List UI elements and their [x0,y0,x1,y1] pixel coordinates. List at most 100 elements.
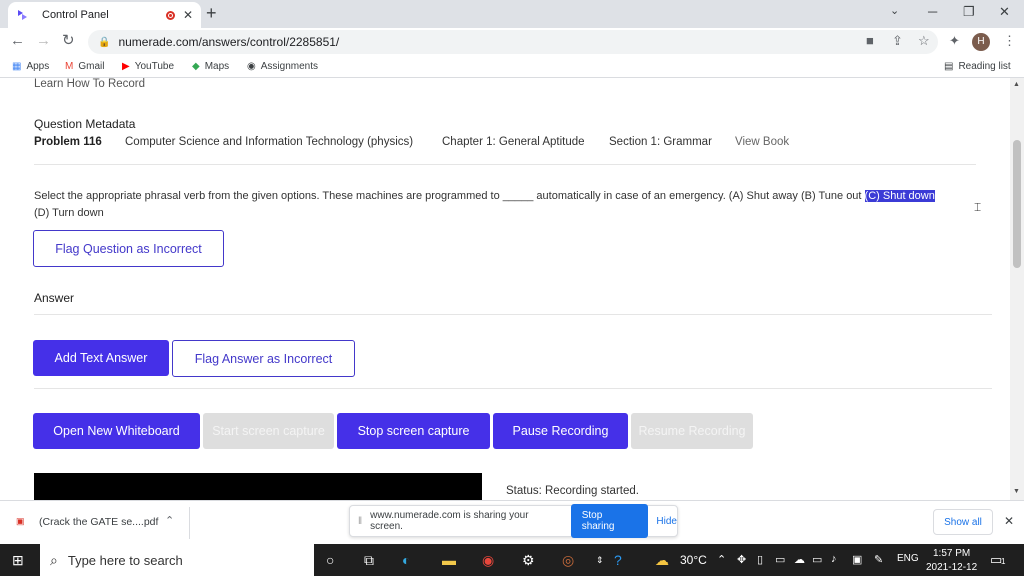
bookmark-star-icon[interactable]: ☆ [918,34,930,48]
flag-question-button[interactable]: Flag Question as Incorrect [33,230,224,267]
pen-icon[interactable]: ✎ [874,553,883,566]
drag-handle-icon[interactable]: ‖ [358,516,362,527]
camera-icon[interactable]: ■ [866,34,874,48]
numerade-logo-icon [18,10,27,20]
gmail-icon: M [65,61,74,72]
start-capture-button[interactable]: Start screen capture [203,413,334,449]
stop-sharing-button[interactable]: Stop sharing [570,504,649,538]
tab-title: Control Panel [42,9,109,21]
help-icon[interactable]: ? [614,551,622,569]
windows-taskbar: ⊞ ⌕ Type here to search ○ ⧉ ◐ ▬ ◉ ⚙ ◎ ⇕ … [0,544,1024,576]
task-view-icon[interactable]: ⧉ [364,551,374,569]
learn-record-link[interactable]: Learn How To Record [34,78,145,90]
power-icon[interactable]: ▭ [812,553,822,566]
restore-button[interactable]: ❐ [963,4,975,20]
forward-button[interactable]: → [36,33,51,49]
bookmark-assignments[interactable]: ◉ Assignments [247,61,318,72]
recording-indicator-icon [165,10,175,20]
chapter-label: Chapter 1: General Aptitude [442,136,585,148]
lock-icon: 🔒 [98,36,111,48]
apps-grid-icon: ▦ [12,61,22,72]
view-book-link[interactable]: View Book [735,136,789,148]
tab-close-icon[interactable]: ✕ [183,8,193,22]
address-bar[interactable]: 🔒 numerade.com/answers/control/2285851/ [88,30,938,54]
extensions-icon[interactable]: ✦ [949,34,960,48]
chevron-up-icon[interactable]: ⌃ [717,553,726,566]
avatar[interactable]: H [972,33,990,51]
divider [34,314,992,315]
cortana-icon[interactable]: ○ [326,551,334,569]
youtube-icon: ▶ [122,61,130,72]
back-button[interactable]: ← [10,33,25,49]
bookmark-gmail[interactable]: M Gmail [65,61,104,72]
bookmark-apps[interactable]: ▦ Apps [12,61,49,72]
question-text-continued: (D) Turn down [34,207,104,219]
flag-answer-button[interactable]: Flag Answer as Incorrect [172,340,355,377]
answer-heading: Answer [34,291,75,305]
scroll-thumb[interactable] [1013,140,1021,268]
minimize-button[interactable]: ─ [928,4,937,19]
download-filename[interactable]: (Crack the GATE se....pdf [39,516,158,528]
reading-list-icon: ▤ [944,61,954,72]
notification-badge: 1 [1001,557,1006,566]
language-indicator[interactable]: ENG [897,553,919,564]
maps-icon: ◆ [192,61,200,72]
tab-search-icon[interactable]: ⌄ [890,4,899,17]
windows-start-icon[interactable]: ⊞ [12,551,24,569]
display-icon[interactable]: ▣ [852,553,862,566]
cloud-icon[interactable]: ☁ [794,553,805,566]
menu-icon[interactable]: ⋮ [1003,34,1016,48]
bookmarks-bar: ▦ Apps M Gmail ▶ YouTube ◆ Maps ◉ Assignments… [0,56,1024,78]
cursor-icon: ⌶ [974,200,982,214]
bookmark-youtube[interactable]: ▶ YouTube [122,61,174,72]
settings-gear-icon[interactable]: ⚙ [522,551,535,569]
divider [189,507,190,539]
network-icon[interactable]: ▭ [775,553,785,566]
taskbar-search-input[interactable]: ⌕ Type here to search [40,544,314,576]
video-preview [34,473,482,500]
reading-list-button[interactable]: ▤ Reading list [944,61,1011,72]
subject-label: Computer Science and Information Technol… [125,136,414,148]
browser-tab[interactable]: Control Panel ✕ [8,2,201,28]
metadata-heading: Question Metadata [34,117,136,131]
overflow-icon[interactable]: ⇕ [596,551,604,569]
dropbox-icon[interactable]: ✥ [737,553,746,566]
bookmark-maps[interactable]: ◆ Maps [192,61,229,72]
scrollbar[interactable]: ▲ ▼ [1010,78,1024,500]
scroll-down-icon[interactable]: ▼ [1013,488,1020,495]
share-icon[interactable]: ⇪ [892,34,903,48]
scroll-up-icon[interactable]: ▲ [1013,81,1020,88]
resume-recording-button[interactable]: Resume Recording [631,413,753,449]
globe-icon: ◉ [247,61,256,72]
page-content: Learn How To Record Question Metadata Pr… [0,78,1010,500]
divider [34,164,976,165]
screen-share-bar: ‖ www.numerade.com is sharing your scree… [349,504,678,538]
problem-number: Problem 116 [34,136,102,148]
clock-date[interactable]: 2021-12-12 [926,562,977,573]
share-message: www.numerade.com is sharing your screen. [370,510,529,532]
close-download-bar-icon[interactable]: ✕ [1004,514,1014,528]
file-explorer-icon[interactable]: ▬ [442,551,456,569]
close-window-button[interactable]: ✕ [999,4,1010,20]
volume-icon[interactable]: ♪ [831,553,837,565]
chrome-icon[interactable]: ◉ [482,551,494,569]
battery-icon[interactable]: ▯ [757,553,763,566]
reload-button[interactable]: ↻ [62,33,75,49]
stop-capture-button[interactable]: Stop screen capture [337,413,490,449]
browser-toolbar: ← → ↻ 🔒 numerade.com/answers/control/228… [0,28,1024,56]
chevron-up-icon[interactable]: ⌃ [165,514,174,527]
temperature: 30°C [680,553,707,567]
new-tab-button[interactable]: + [206,4,217,22]
add-text-answer-button[interactable]: Add Text Answer [33,340,169,376]
hide-button[interactable]: Hide [656,516,677,527]
open-whiteboard-button[interactable]: Open New Whiteboard [33,413,200,449]
divider [34,388,992,389]
weather-icon: ☁ [655,552,669,568]
show-all-button[interactable]: Show all [933,509,993,535]
obs-icon[interactable]: ◎ [562,551,574,569]
search-icon: ⌕ [50,551,58,568]
edge-icon[interactable]: ◐ [402,551,410,569]
pause-recording-button[interactable]: Pause Recording [493,413,628,449]
clock-time[interactable]: 1:57 PM [933,548,970,559]
question-text: Select the appropriate phrasal verb from… [34,190,935,202]
